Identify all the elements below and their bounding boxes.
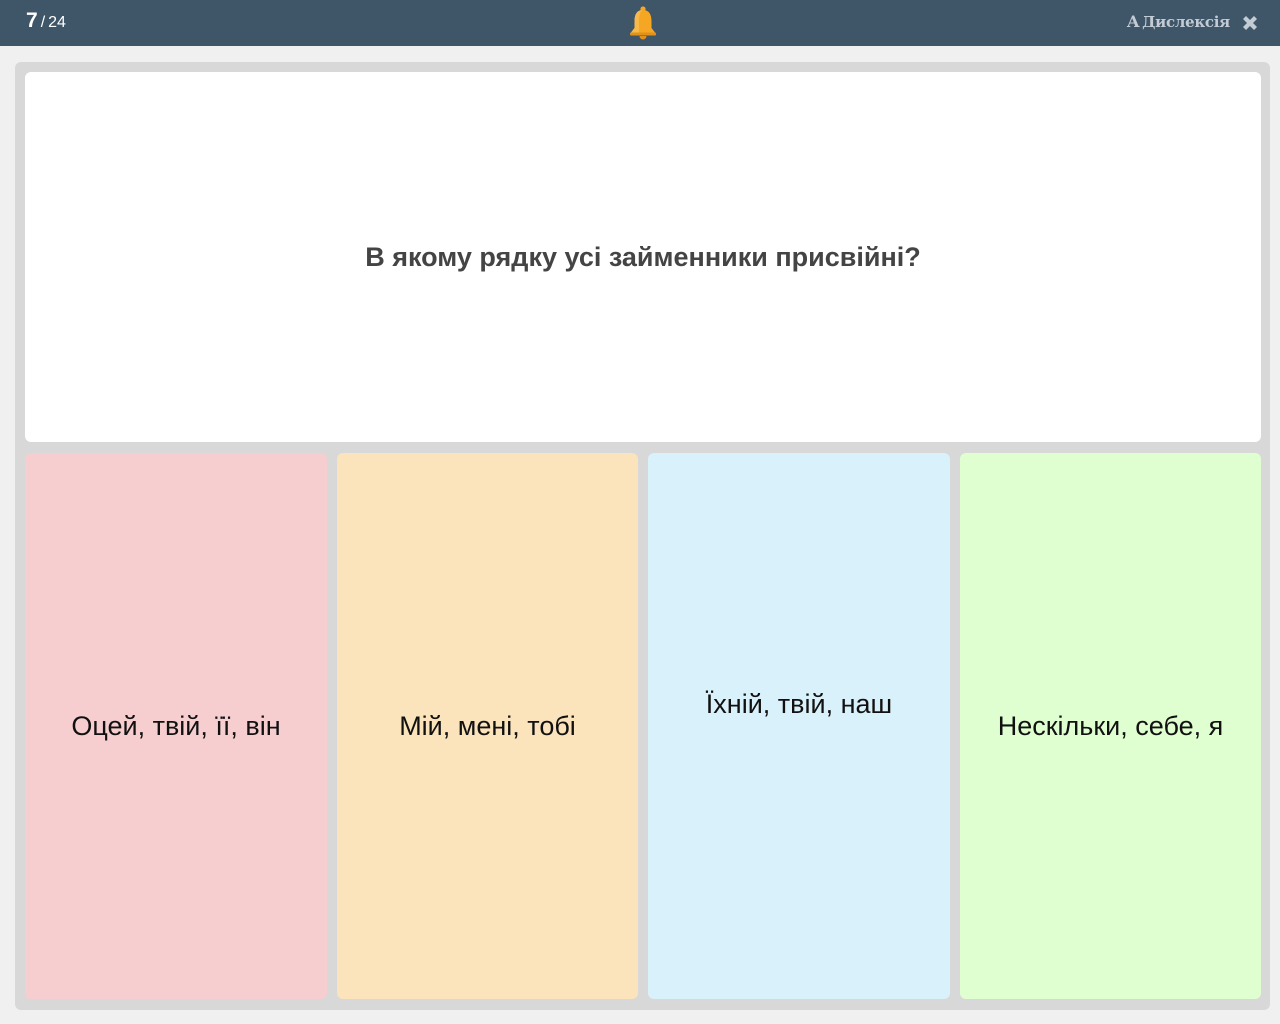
answer-option-label: Оцей, твій, її, він — [71, 710, 281, 741]
dyslexia-letter-icon: A — [1127, 12, 1140, 31]
bell-icon[interactable] — [627, 5, 659, 41]
answer-option-label: Їхній, твій, наш — [705, 689, 893, 719]
question-text: В якому рядку усі займенники присвійні? — [365, 241, 921, 272]
answer-option-label: Мій, мені, тобі — [399, 710, 576, 741]
question-counter: 7/24 — [26, 9, 66, 33]
question-card: В якому рядку усі займенники присвійні? — [25, 72, 1261, 442]
current-question-number: 7 — [26, 9, 38, 32]
answer-option-2[interactable]: Мій, мені, тобі — [337, 453, 638, 999]
answer-option-label: Нескільки, себе, я — [997, 710, 1224, 741]
answer-option-1[interactable]: Оцей, твій, її, він — [25, 453, 327, 999]
dyslexia-toggle[interactable]: A Дислексія — [1127, 12, 1230, 31]
top-bar: 7/24 A Дислексія — [0, 0, 1280, 46]
answer-option-3[interactable]: Їхній, твій, наш — [648, 453, 950, 999]
answer-option-4[interactable]: Нескільки, себе, я — [960, 453, 1261, 999]
dyslexia-label: Дислексія — [1142, 13, 1230, 31]
total-questions: 24 — [48, 14, 66, 31]
close-icon[interactable] — [1238, 11, 1262, 35]
counter-separator: / — [40, 14, 46, 31]
